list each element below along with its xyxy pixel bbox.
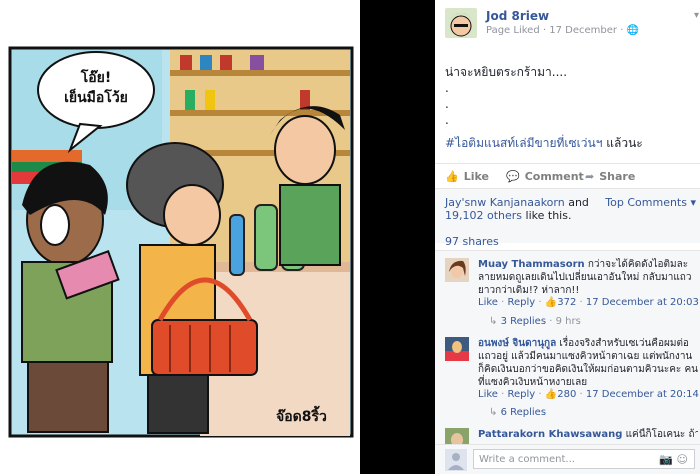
top-comments-dropdown[interactable]: Top Comments ▾	[605, 196, 696, 209]
comment-input[interactable]: Write a comment... 📷 ☺	[473, 449, 695, 469]
reply-arrow-icon: ↳	[489, 316, 498, 327]
comment-timestamp[interactable]: 17 December at 20:03	[586, 297, 699, 308]
page-avatar[interactable]	[445, 8, 477, 38]
thumbs-up-icon: 👍	[544, 389, 558, 400]
view-replies-link[interactable]: ↳ 6 Replies	[489, 407, 546, 418]
comment-like-count[interactable]: 280	[557, 389, 576, 400]
comment-reply-link[interactable]: Reply	[508, 297, 536, 308]
post-sidebar: Jod 8riew Page Liked · 17 December · 🌐 ▾…	[435, 0, 700, 474]
comment-item: Muay Thammasorn กว่าจะได้คิดดังไอติมละลา…	[445, 258, 699, 338]
comment-button[interactable]: 💬 Comment	[506, 170, 584, 183]
others-link[interactable]: 19,102 others	[445, 209, 522, 222]
write-comment-bar: Write a comment... 📷 ☺	[435, 444, 700, 474]
camera-icon[interactable]: 📷	[659, 453, 673, 466]
comment-author-link[interactable]: Muay Thammasorn	[478, 259, 585, 270]
speech-line-2: เย็นมือโว้ย	[64, 90, 128, 106]
comment-body: Muay Thammasorn กว่าจะได้คิดดังไอติมละลา…	[478, 258, 698, 297]
comment-timestamp[interactable]: 17 December at 20:14	[586, 389, 699, 400]
post-options-chevron-icon[interactable]: ▾	[694, 10, 699, 21]
thumbs-up-icon: 👍	[445, 170, 459, 183]
comment-like-link[interactable]: Like	[478, 297, 498, 308]
comment-reply-link[interactable]: Reply	[508, 389, 536, 400]
commenter-avatar[interactable]	[445, 337, 469, 361]
emoji-icon[interactable]: ☺	[677, 453, 688, 466]
page-liked-status: Page Liked	[486, 25, 540, 36]
commenter-avatar[interactable]	[445, 258, 469, 282]
post-header: Jod 8riew Page Liked · 17 December · 🌐 ▾	[445, 8, 699, 40]
comment-text: แค่นี้ก็โอเคนะ ถ้าเซเว่นหน้า	[625, 429, 698, 440]
page-name-link[interactable]: Jod 8riew	[486, 9, 549, 23]
comments-list: Muay Thammasorn กว่าจะได้คิดดังไอติมละลา…	[435, 250, 700, 452]
comment-body: อนพงษ์ จินดานุกูล เรื่องจริงสำหรับเซเว่น…	[478, 337, 698, 389]
speech-line-1: โอ๊ย!	[80, 70, 112, 86]
liker-name-link[interactable]: Jay'snw Kanjanaakorn	[445, 196, 565, 209]
comment-icon: 💬	[506, 170, 520, 183]
post-hashtag-line: #ไอติมแนสท์เล่มีขายที่เซเว่นฯ แล้วนะ	[445, 136, 643, 150]
post-date[interactable]: 17 December	[549, 25, 617, 36]
comment-like-count[interactable]: 372	[557, 297, 576, 308]
comment-item: อนพงษ์ จินดานุกูล เรื่องจริงสำหรับเซเว่น…	[445, 337, 699, 418]
comment-actions: Like · Reply · 👍280 · 17 December at 20:…	[478, 389, 699, 400]
likes-text: Jay'snw Kanjanaakorn and 19,102 others l…	[445, 196, 589, 222]
comic-image[interactable]: โอ๊ย! เย็นมือโว้ย จ๊อด8ริ้ว	[0, 0, 360, 474]
post-actions: 👍 Like 💬 Comment ➦ Share	[435, 163, 700, 186]
current-user-avatar	[445, 449, 467, 471]
artist-signature: จ๊อด8ริ้ว	[276, 409, 327, 425]
like-button[interactable]: 👍 Like	[445, 170, 489, 183]
reply-arrow-icon: ↳	[489, 407, 498, 418]
globe-icon: 🌐	[626, 25, 640, 36]
share-button[interactable]: ➦ Share	[585, 170, 635, 183]
view-replies-link[interactable]: ↳ 3 Replies · 9 hrs	[489, 316, 581, 327]
share-icon: ➦	[585, 170, 595, 183]
comment-body: Pattarakorn Khawsawang แค่นี้ก็โอเคนะ ถ้…	[478, 428, 698, 441]
comment-author-link[interactable]: อนพงษ์ จินดานุกูล	[478, 338, 556, 349]
shares-count-link[interactable]: 97 shares	[445, 235, 499, 248]
thumbs-up-icon: 👍	[544, 297, 558, 308]
likes-summary: Jay'snw Kanjanaakorn and 19,102 others l…	[435, 188, 700, 248]
post-caption: น่าจะหยิบตระกร้ามา.... . . .	[445, 65, 568, 127]
comment-actions: Like · Reply · 👍372 · 17 December at 20:…	[478, 297, 699, 308]
hashtag-link[interactable]: #ไอติมแนสท์เล่มีขายที่เซเว่นฯ	[445, 136, 602, 150]
comment-input-icons: 📷 ☺	[659, 450, 688, 470]
speech-bubble-text: โอ๊ย! เย็นมือโว้ย	[48, 68, 144, 108]
photo-viewer: โอ๊ย! เย็นมือโว้ย จ๊อด8ริ้ว	[0, 0, 435, 474]
post-meta: Page Liked · 17 December · 🌐	[486, 25, 640, 36]
comment-like-link[interactable]: Like	[478, 389, 498, 400]
comment-author-link[interactable]: Pattarakorn Khawsawang	[478, 429, 622, 440]
